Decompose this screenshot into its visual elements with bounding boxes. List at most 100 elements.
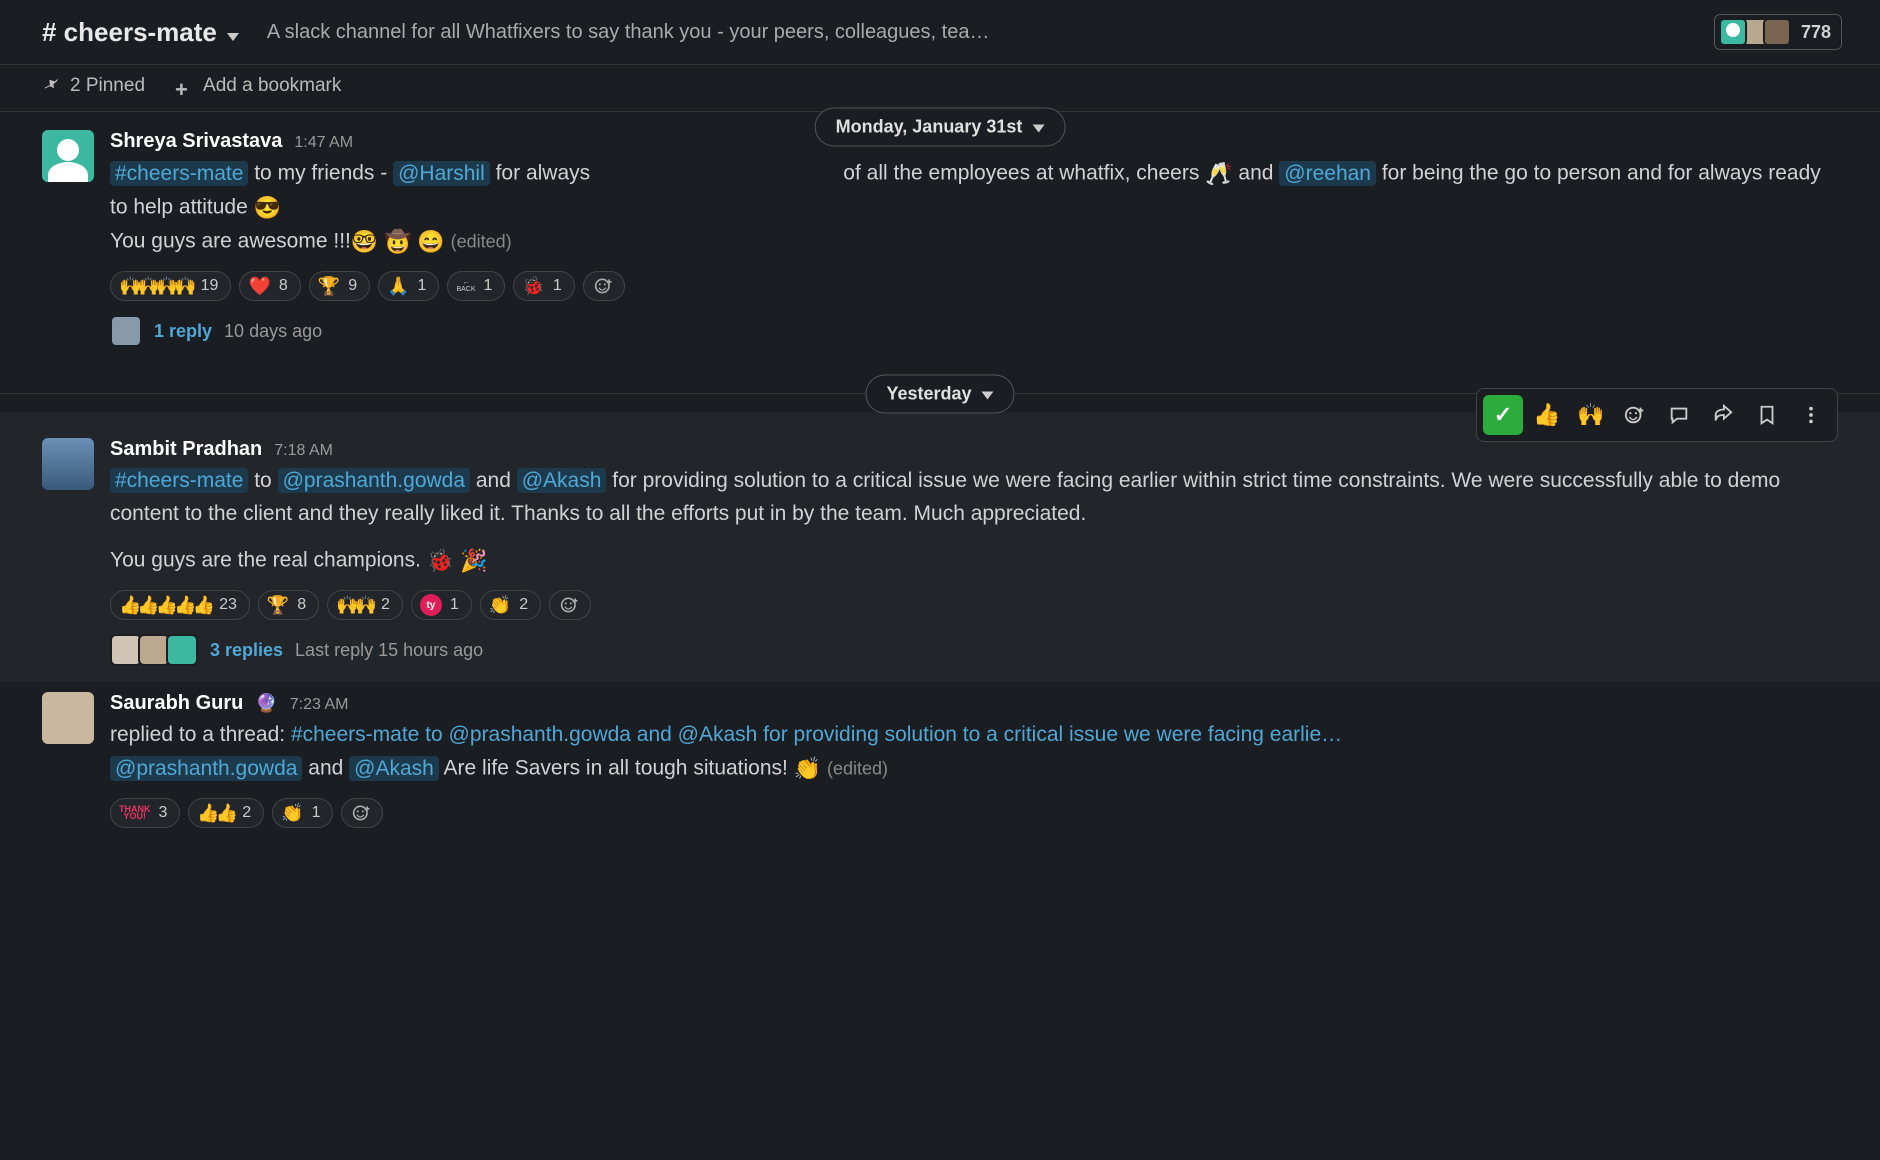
- pray-icon: 🙏: [387, 276, 409, 297]
- message-text: #cheers-mate to my friends - @Harshil fo…: [110, 157, 1838, 259]
- clap-icon: 👏: [489, 595, 511, 616]
- message-list: Shreya Srivastava 1:47 AM #cheers-mate t…: [0, 112, 1880, 844]
- mention[interactable]: @prashanth.gowda: [278, 468, 470, 493]
- cowboy-emoji-icon: 🤠: [384, 229, 411, 254]
- reactions-bar: 👍👍👍👍👍23 🏆8 🙌🙌2 ty1 👏2: [110, 590, 1838, 620]
- heart-icon: ❤️: [248, 276, 270, 297]
- message-timestamp[interactable]: 7:23 AM: [290, 696, 349, 714]
- raised-hands-icon: 🙌🙌🙌🙌: [119, 276, 193, 297]
- bug-emoji-icon: 🐞: [427, 548, 454, 573]
- thread-summary[interactable]: 1 reply 10 days ago: [110, 315, 1838, 347]
- reaction[interactable]: 👏2: [480, 590, 541, 620]
- pinned-button[interactable]: 2 Pinned: [42, 75, 145, 97]
- reply-time: 10 days ago: [224, 321, 322, 342]
- raised-hands-button[interactable]: 🙌: [1571, 395, 1611, 435]
- thumbs-up-icon: 👍👍👍👍👍: [119, 595, 211, 616]
- share-button[interactable]: [1703, 395, 1743, 435]
- sunglasses-emoji-icon: 😎: [254, 195, 281, 220]
- members-button[interactable]: 778: [1714, 14, 1842, 50]
- channel-header: # cheers-mate A slack channel for all Wh…: [0, 0, 1880, 65]
- reactions-bar: 🙌🙌🙌🙌19 ❤️8 🏆9 🙏1 ←BACK1 🐞1: [110, 271, 1838, 301]
- reaction[interactable]: 👍👍2: [188, 798, 264, 828]
- message-row: Saurabh Guru 🔮 7:23 AM replied to a thre…: [0, 682, 1880, 844]
- reaction[interactable]: 🙌🙌2: [327, 590, 403, 620]
- pin-icon: [42, 77, 60, 95]
- thread-link[interactable]: #cheers-mate to @prashanth.gowda and @Ak…: [291, 723, 1342, 746]
- pinned-label: 2 Pinned: [70, 75, 145, 97]
- mention[interactable]: @prashanth.gowda: [110, 756, 302, 781]
- message-timestamp[interactable]: 1:47 AM: [294, 134, 353, 152]
- date-pill[interactable]: Monday, January 31st: [815, 108, 1066, 147]
- channel-name-button[interactable]: # cheers-mate: [42, 17, 239, 48]
- message-action-toolbar: ✓ 👍 🙌: [1476, 388, 1838, 442]
- message-author[interactable]: Shreya Srivastava: [110, 130, 282, 153]
- bug-icon: 🐞: [522, 276, 544, 297]
- date-pill[interactable]: Yesterday: [865, 375, 1014, 414]
- reactions-bar: THANKYOU!3 👍👍2 👏1: [110, 798, 1838, 828]
- reaction[interactable]: 🏆9: [309, 271, 370, 301]
- chevron-down-icon: [1032, 117, 1044, 138]
- add-bookmark-button[interactable]: + Add a bookmark: [175, 75, 341, 97]
- reply-avatars: [110, 315, 142, 347]
- avatar[interactable]: [42, 130, 94, 182]
- member-count: 778: [1801, 22, 1831, 43]
- share-icon: [1712, 404, 1734, 426]
- trophy-icon: 🏆: [318, 276, 340, 297]
- reaction[interactable]: ❤️8: [239, 271, 300, 301]
- channel-topic[interactable]: A slack channel for all Whatfixers to sa…: [267, 21, 1686, 44]
- thank-you-icon: THANKYOU!: [119, 806, 151, 820]
- reaction[interactable]: THANKYOU!3: [110, 798, 180, 828]
- add-reaction-button[interactable]: [583, 271, 625, 301]
- reply-avatars: [110, 634, 198, 666]
- reaction[interactable]: 👏1: [272, 798, 333, 828]
- avatar[interactable]: [42, 692, 94, 744]
- avatar: [110, 315, 142, 347]
- message-timestamp[interactable]: 7:18 AM: [274, 442, 333, 460]
- bookmark-icon: [1756, 404, 1778, 426]
- nerd-emoji-icon: 🤓: [351, 229, 378, 254]
- more-actions-button[interactable]: [1791, 395, 1831, 435]
- chevron-down-icon: [227, 17, 239, 48]
- avatar[interactable]: [42, 438, 94, 490]
- reply-thread-button[interactable]: [1659, 395, 1699, 435]
- mention[interactable]: @Akash: [517, 468, 607, 493]
- reply-time: Last reply 15 hours ago: [295, 640, 483, 661]
- mark-complete-button[interactable]: ✓: [1483, 395, 1523, 435]
- raised-hands-icon: 🙌: [1577, 402, 1604, 428]
- message-author[interactable]: Sambit Pradhan: [110, 438, 262, 461]
- message-author[interactable]: Saurabh Guru: [110, 692, 243, 715]
- message-row: Shreya Srivastava 1:47 AM #cheers-mate t…: [0, 112, 1880, 363]
- reply-count: 3 replies: [210, 640, 283, 661]
- add-reaction-button[interactable]: [341, 798, 383, 828]
- mention[interactable]: @reehan: [1279, 161, 1376, 186]
- thumbs-up-button[interactable]: 👍: [1527, 395, 1567, 435]
- reaction[interactable]: 🙌🙌🙌🙌19: [110, 271, 231, 301]
- reaction[interactable]: 🏆8: [258, 590, 319, 620]
- add-bookmark-label: Add a bookmark: [203, 75, 341, 97]
- mention[interactable]: @Harshil: [393, 161, 490, 186]
- thread-summary[interactable]: 3 replies Last reply 15 hours ago: [110, 634, 1838, 666]
- reply-count: 1 reply: [154, 321, 212, 342]
- mention[interactable]: @Akash: [349, 756, 439, 781]
- kebab-icon: [1800, 404, 1822, 426]
- bookmark-button[interactable]: [1747, 395, 1787, 435]
- edited-label: (edited): [451, 232, 512, 252]
- message-row: ✓ 👍 🙌 Sambit Pradhan 7:18 AM #cheers-mat…: [0, 412, 1880, 682]
- add-reaction-button[interactable]: [1615, 395, 1655, 435]
- reaction[interactable]: 🐞1: [513, 271, 574, 301]
- speech-bubble-icon: [1668, 404, 1690, 426]
- thumbs-up-icon: 👍👍: [197, 803, 234, 824]
- channel-link[interactable]: #cheers-mate: [110, 468, 248, 493]
- channel-link[interactable]: #cheers-mate: [110, 161, 248, 186]
- reaction[interactable]: 🙏1: [378, 271, 439, 301]
- member-avatars: [1719, 18, 1785, 46]
- channel-name: # cheers-mate: [42, 17, 217, 48]
- add-reaction-button[interactable]: [549, 590, 591, 620]
- reaction[interactable]: 👍👍👍👍👍23: [110, 590, 250, 620]
- grin-emoji-icon: 😄: [417, 229, 444, 254]
- message-text: #cheers-mate to @prashanth.gowda and @Ak…: [110, 465, 1838, 578]
- reaction[interactable]: ty1: [411, 590, 472, 620]
- reaction[interactable]: ←BACK1: [447, 271, 505, 301]
- party-popper-icon: 🎉: [460, 548, 487, 573]
- message-text: replied to a thread: #cheers-mate to @pr…: [110, 719, 1838, 786]
